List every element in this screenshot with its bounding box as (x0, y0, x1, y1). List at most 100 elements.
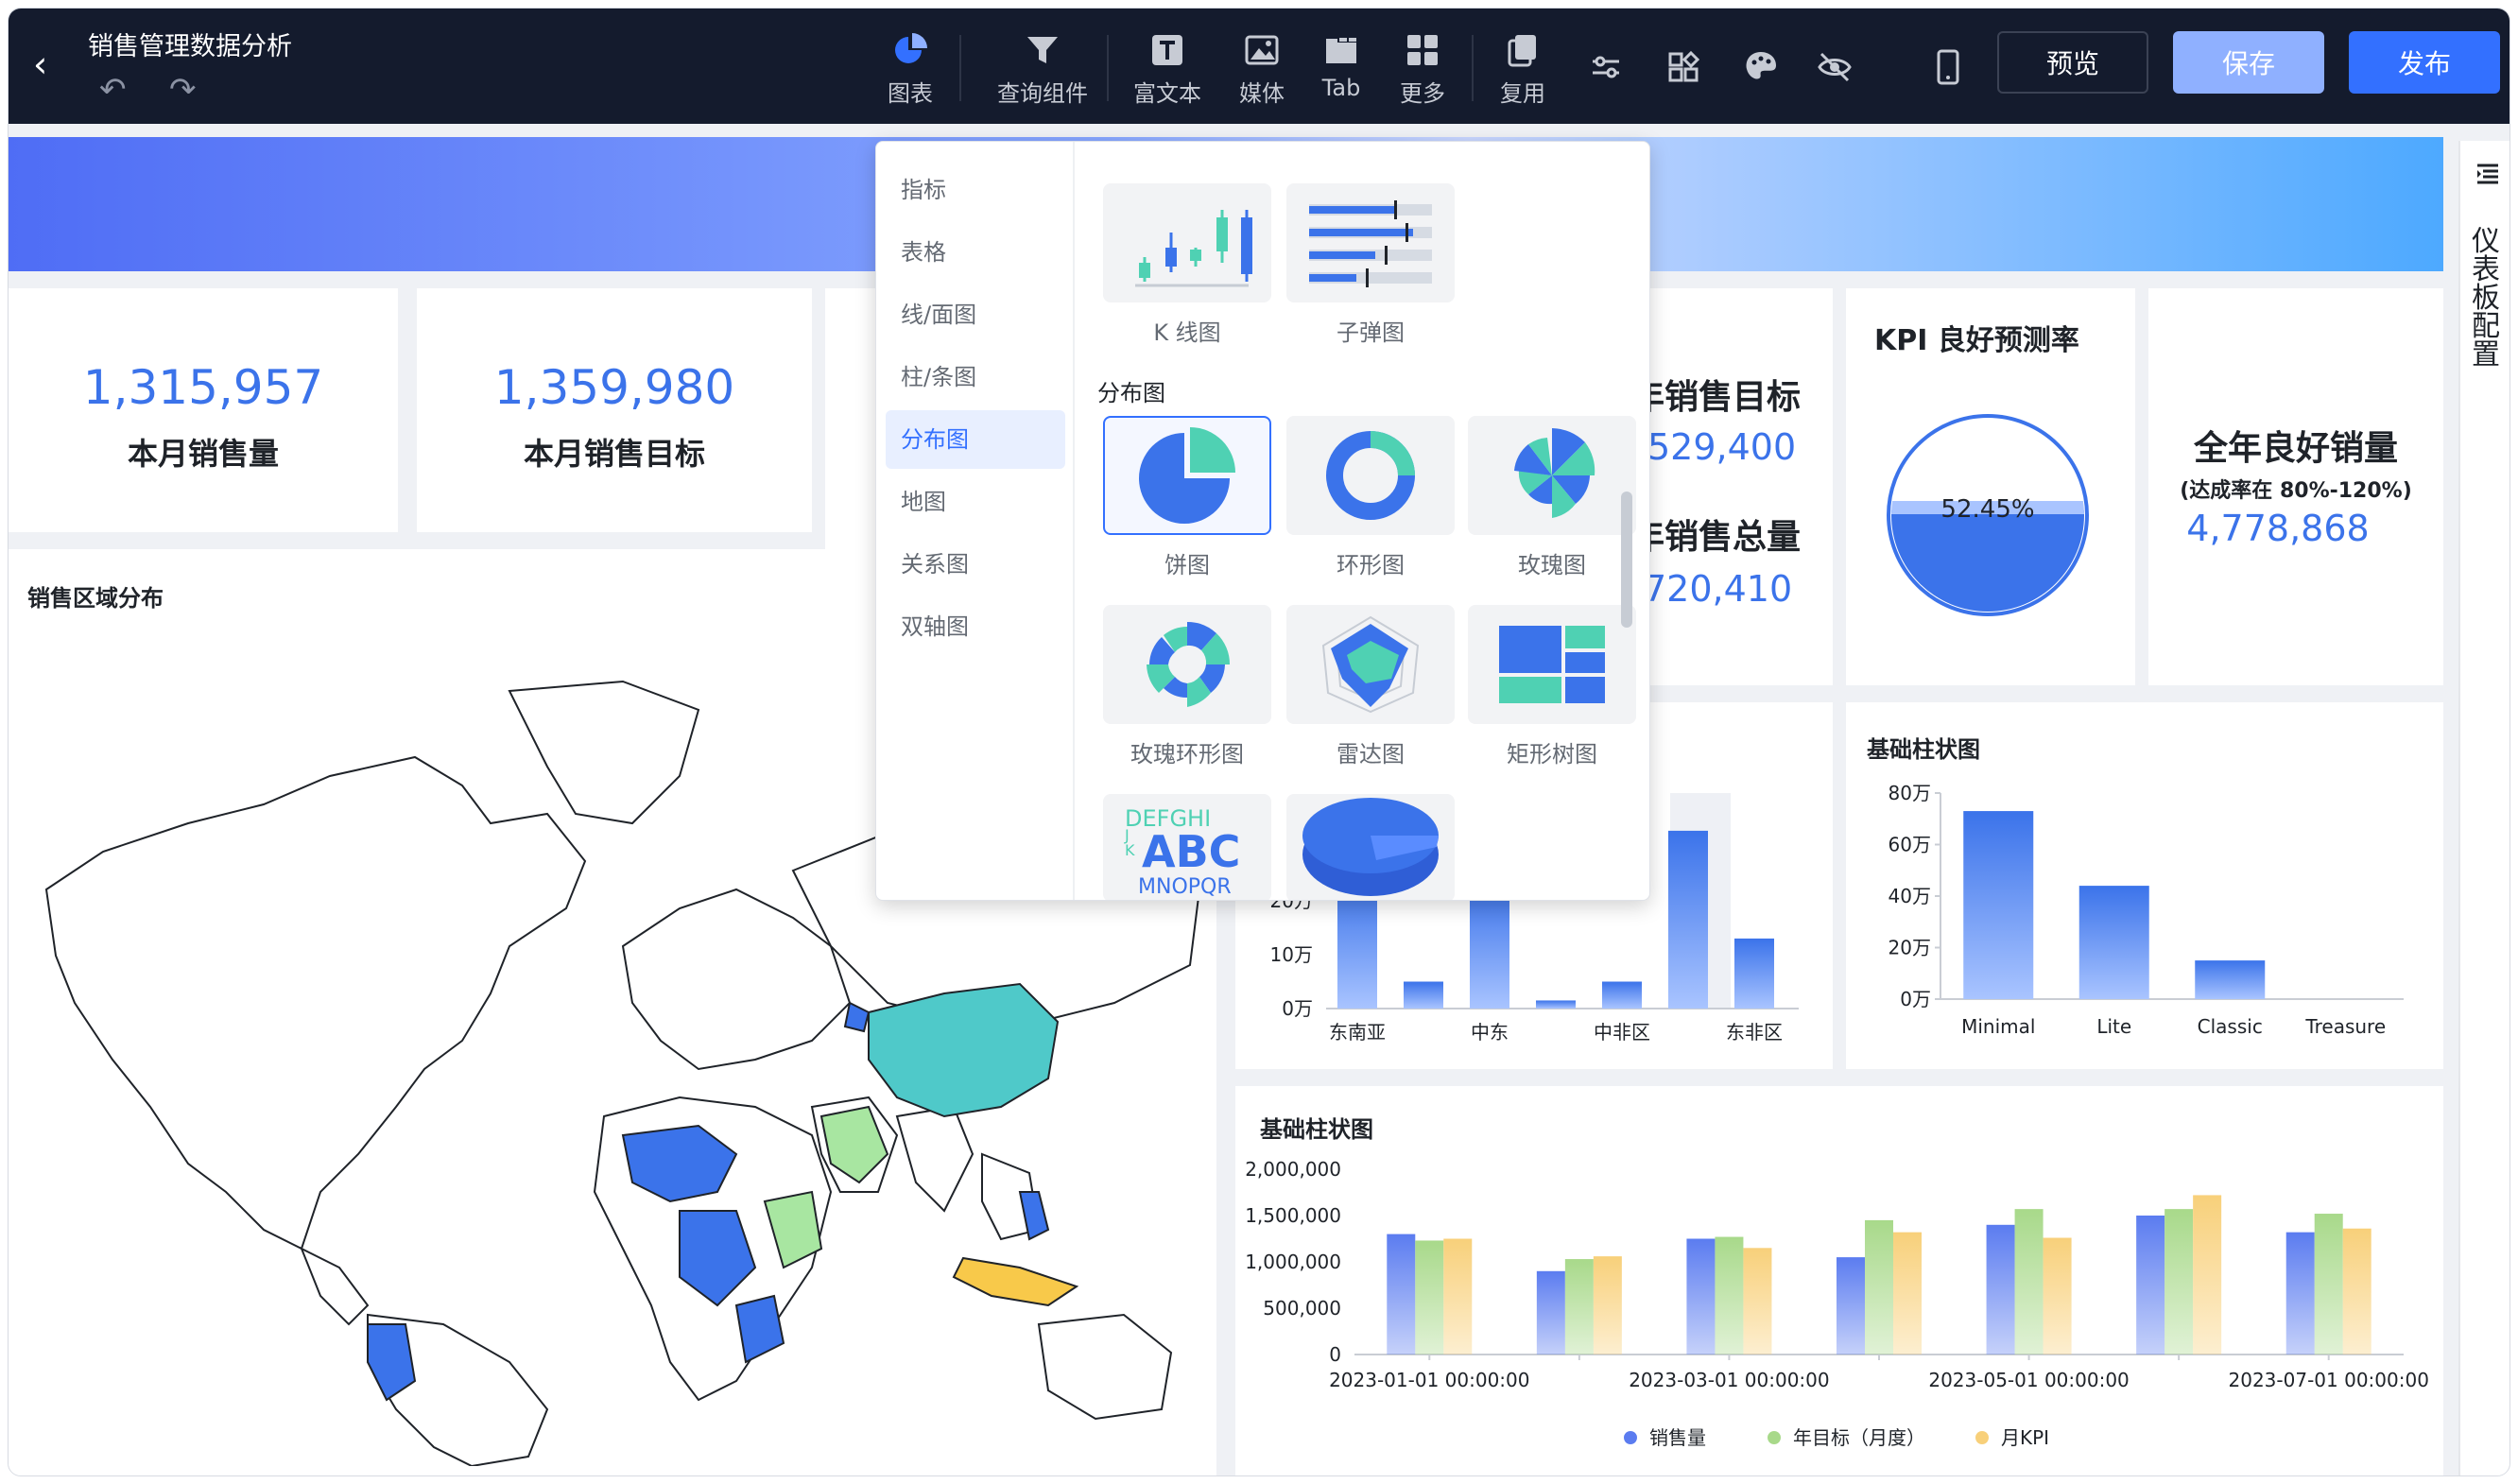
bar[interactable] (2342, 1228, 2371, 1355)
sliders-icon[interactable] (1585, 46, 1627, 88)
product-bar-chart[interactable]: 0万 20万 40万 60万 80万 Minimal Lite Classic Treasure (1846, 702, 2443, 1069)
bar[interactable] (2195, 960, 2266, 999)
divider (1472, 35, 1474, 101)
copy-icon (1475, 26, 1570, 75)
bar[interactable] (1668, 830, 1708, 1009)
chart-option-rose-donut[interactable] (1103, 605, 1271, 724)
tool-tab[interactable]: Tab (1294, 26, 1388, 111)
kpi-card-monthly-sales[interactable]: 1,315,957 本月销售量 (9, 288, 398, 532)
category-bar[interactable]: 柱/条图 (886, 348, 1065, 406)
product-bar-chart-card[interactable]: 基础柱状图 0万 20万 40万 60万 80万 Minimal Lite Classic Tr… (1846, 702, 2443, 1069)
category-relation[interactable]: 关系图 (886, 535, 1065, 594)
tool-reuse[interactable]: 复用 (1475, 26, 1570, 111)
bar[interactable] (1602, 981, 1642, 1009)
bar[interactable] (1715, 1236, 1744, 1355)
bar[interactable] (1893, 1232, 1922, 1355)
text-icon (1120, 26, 1215, 75)
rose-chart-icon (1514, 428, 1595, 518)
bar[interactable] (1404, 981, 1443, 1009)
bar[interactable] (1963, 811, 2034, 999)
bar[interactable] (2043, 1237, 2072, 1355)
bar[interactable] (2285, 1232, 2315, 1355)
chart-option-label: 玫瑰图 (1518, 552, 1586, 578)
chart-option-radar[interactable] (1286, 605, 1455, 724)
y-tick-label: 0 (1329, 1343, 1341, 1366)
mobile-icon[interactable] (1927, 46, 1969, 88)
bar[interactable] (2314, 1214, 2343, 1355)
radar-chart-icon (1321, 615, 1420, 714)
bar[interactable] (1536, 1270, 1565, 1355)
filter-icon (986, 26, 1099, 75)
tool-more[interactable]: 更多 (1375, 26, 1470, 111)
chart-option-rose[interactable] (1468, 416, 1636, 535)
chart-option-wordcloud[interactable]: DEFGHI J K ABC MNOPQR (1103, 794, 1271, 900)
y-tick-label: 80万 (1888, 782, 1931, 804)
chart-option-label: 子弹图 (1337, 319, 1405, 346)
category-metric[interactable]: 指标 (886, 161, 1065, 219)
annual-target-label: 年销售目标 (1630, 378, 1802, 417)
bar[interactable] (1564, 1259, 1594, 1355)
bar[interactable] (2164, 1209, 2194, 1355)
annual-total-value: 720,410 (1644, 568, 1793, 610)
kpi-value: 1,315,957 (82, 360, 324, 415)
y-tick-label: 1,500,000 (1245, 1204, 1341, 1227)
eye-off-icon[interactable] (1814, 46, 1855, 88)
bar[interactable] (1443, 1238, 1473, 1355)
category-dual-axis[interactable]: 双轴图 (886, 597, 1065, 656)
bar[interactable] (1986, 1224, 2015, 1355)
monthly-bar-chart-card[interactable]: 基础柱状图 0 500,000 1,000,000 1,500,000 2,000,00… (1235, 1086, 2443, 1476)
chart-option-label: K 线图 (1153, 319, 1221, 346)
donut-chart-icon (1326, 431, 1415, 520)
region-indonesia (952, 1256, 1079, 1307)
tool-query[interactable]: 查询组件 (986, 26, 1099, 111)
bar[interactable] (2136, 1216, 2165, 1355)
bar[interactable] (1734, 938, 1774, 1009)
palette-icon[interactable] (1740, 46, 1782, 88)
category-line-area[interactable]: 线/面图 (886, 285, 1065, 344)
layout-icon[interactable] (1663, 46, 1704, 88)
tool-chart[interactable]: 图表 (863, 26, 957, 111)
tool-richtext[interactable]: 富文本 (1120, 26, 1215, 111)
redo-icon[interactable]: ↷ (169, 71, 197, 109)
region-south-east-africa (734, 1294, 785, 1364)
bar[interactable] (1536, 1000, 1576, 1009)
dashboard-config-panel[interactable]: 仪表板配置 (2458, 141, 2509, 1475)
kpi-rate-card[interactable]: KPI 良好预测率 52.45% (1846, 288, 2135, 685)
category-distribution[interactable]: 分布图 (886, 410, 1065, 469)
chart-option-treemap[interactable] (1468, 605, 1636, 724)
bar[interactable] (1743, 1248, 1772, 1355)
bar[interactable] (1415, 1240, 1444, 1355)
treemap-icon (1499, 626, 1605, 703)
back-icon[interactable]: ‹ (33, 46, 65, 82)
chart-option-donut[interactable] (1286, 416, 1455, 535)
bar[interactable] (1387, 1234, 1416, 1355)
good-sales-title: 全年良好销量 (2193, 429, 2398, 468)
category-map[interactable]: 地图 (886, 473, 1065, 531)
distribution-section-title: 分布图 (1097, 380, 1165, 406)
chart-option-kline[interactable] (1103, 183, 1271, 302)
panel-toggle-icon[interactable] (2474, 160, 2502, 192)
bar[interactable] (1865, 1219, 1893, 1355)
publish-button[interactable]: 发布 (2349, 31, 2500, 94)
kpi-rate-value: 52.45% (1940, 495, 2034, 524)
bar[interactable] (1470, 884, 1509, 1009)
bar[interactable] (1593, 1256, 1622, 1355)
good-sales-card[interactable]: 全年良好销量 (达成率在 80%-120%) 4,778,868 (2148, 288, 2443, 685)
undo-icon[interactable]: ↶ (99, 71, 127, 109)
save-button[interactable]: 保存 (2173, 31, 2324, 94)
chart-option-bullet[interactable] (1286, 183, 1455, 302)
bar[interactable] (1686, 1238, 1716, 1355)
kpi-card-monthly-target[interactable]: 1,359,980 本月销售目标 (417, 288, 812, 532)
bar[interactable] (1837, 1257, 1865, 1355)
legend-marker (1768, 1431, 1781, 1444)
monthly-bar-chart[interactable]: 0 500,000 1,000,000 1,500,000 2,000,000 2023-… (1235, 1086, 2443, 1476)
preview-button[interactable]: 预览 (1997, 31, 2148, 94)
bar[interactable] (2193, 1195, 2222, 1355)
bar[interactable] (2014, 1209, 2044, 1355)
good-sales-subtitle: (达成率在 80%-120%) (2180, 479, 2412, 503)
chart-option-pie[interactable] (1103, 416, 1271, 535)
bar[interactable] (2078, 886, 2149, 999)
dropdown-scrollbar[interactable] (1621, 492, 1632, 628)
category-table[interactable]: 表格 (886, 223, 1065, 282)
chart-option-3d-pie[interactable] (1286, 794, 1455, 900)
